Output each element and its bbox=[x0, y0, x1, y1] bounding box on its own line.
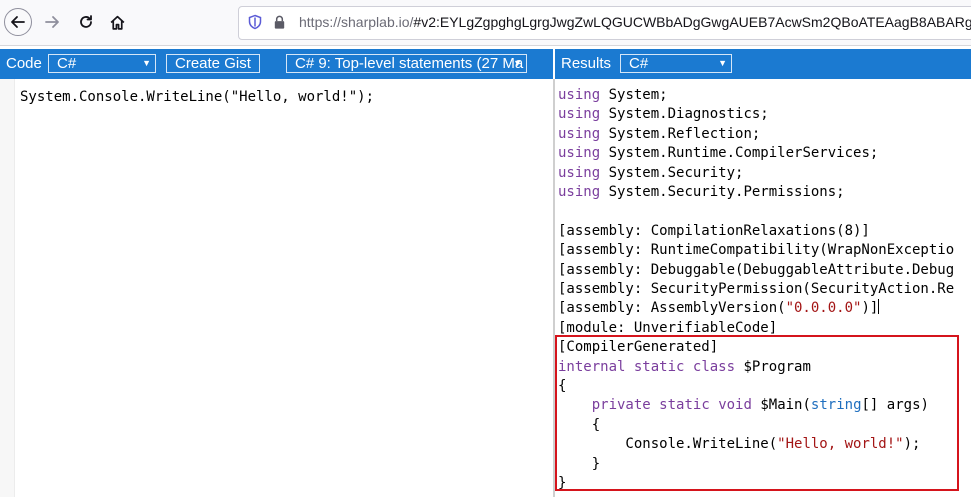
result-code-line[interactable]: using System; bbox=[558, 86, 668, 105]
code-token: using bbox=[558, 164, 601, 181]
results-pane-label: Results bbox=[561, 55, 612, 72]
code-pane-label: Code bbox=[6, 55, 42, 72]
branch-value: C# 9: Top-level statements (27 Ma bbox=[295, 55, 524, 72]
code-token: [assembly: AssemblyVersion( bbox=[558, 300, 786, 317]
url-path: #v2:EYLgZgpghgLgrgJwgZwLQGUCWBbADgGwgAUE… bbox=[413, 14, 971, 30]
code-token: using bbox=[558, 87, 601, 103]
result-code-line[interactable]: using System.Diagnostics; bbox=[558, 105, 769, 124]
tracking-protection-icon[interactable] bbox=[247, 14, 263, 34]
home-icon bbox=[110, 15, 124, 30]
code-token: [module: UnverifiableCode] bbox=[558, 319, 778, 336]
address-bar[interactable]: https://sharplab.io/#v2:EYLgZgpghgLgrgJw… bbox=[238, 6, 971, 40]
code-token: System.Runtime.CompilerServices; bbox=[600, 145, 879, 162]
code-token: )] bbox=[861, 300, 879, 317]
result-code-line[interactable]: [assembly: SecurityPermission(SecurityAc… bbox=[558, 280, 954, 299]
code-editor[interactable]: System.Console.WriteLine("Hello, world!"… bbox=[0, 79, 553, 497]
results-language-select[interactable]: C# ▼ bbox=[620, 54, 732, 73]
code-token: System.Diagnostics; bbox=[600, 106, 769, 123]
result-code-line[interactable]: using System.Reflection; bbox=[558, 125, 760, 144]
code-token: System.Security; bbox=[600, 164, 744, 181]
source-code-line[interactable]: System.Console.WriteLine("Hello, world!"… bbox=[20, 89, 374, 105]
url-text: https://sharplab.io/#v2:EYLgZgpghgLgrgJw… bbox=[299, 14, 971, 30]
editor-gutter bbox=[0, 79, 15, 497]
code-token: "0.0.0.0" bbox=[785, 300, 862, 317]
text-cursor bbox=[878, 299, 880, 315]
lock-icon[interactable] bbox=[272, 14, 287, 34]
results-pane-header: Results C# ▼ bbox=[555, 49, 971, 79]
code-language-value: C# bbox=[57, 55, 77, 72]
code-token: System.Security.Permissions; bbox=[600, 184, 845, 200]
dropdown-arrow-icon: ▼ bbox=[142, 58, 151, 68]
code-token: System.Reflection; bbox=[600, 125, 761, 142]
code-token: [assembly: Debuggable(DebuggableAttribut… bbox=[558, 261, 955, 278]
reload-button[interactable] bbox=[72, 8, 100, 36]
result-code-line[interactable]: using System.Runtime.CompilerServices; bbox=[558, 144, 878, 163]
code-language-select[interactable]: C# ▼ bbox=[48, 54, 156, 73]
result-code-line[interactable]: [assembly: AssemblyVersion("0.0.0.0")] bbox=[558, 299, 880, 318]
browser-toolbar: https://sharplab.io/#v2:EYLgZgpghgLgrgJw… bbox=[0, 0, 971, 46]
back-button[interactable] bbox=[4, 8, 32, 36]
code-token: [assembly: SecurityPermission(SecurityAc… bbox=[558, 281, 955, 297]
arrow-left-icon bbox=[11, 16, 25, 28]
code-token: [assembly: RuntimeCompatibility(WrapNonE… bbox=[558, 242, 955, 259]
code-token: using bbox=[558, 106, 601, 123]
code-token: using bbox=[558, 125, 601, 142]
dropdown-arrow-icon: ▼ bbox=[513, 58, 522, 68]
arrow-right-icon bbox=[45, 16, 59, 28]
results-language-value: C# bbox=[629, 55, 649, 72]
branch-select[interactable]: C# 9: Top-level statements (27 Ma ▼ bbox=[286, 54, 527, 73]
code-token: using bbox=[558, 184, 601, 200]
url-host: https://sharplab.io/ bbox=[299, 14, 414, 30]
reload-icon bbox=[80, 15, 92, 28]
result-code-line[interactable]: using System.Security; bbox=[558, 164, 743, 183]
code-token: [assembly: CompilationRelaxations(8)] bbox=[558, 222, 870, 239]
create-gist-button[interactable]: Create Gist bbox=[166, 54, 260, 73]
result-code-line[interactable]: [assembly: RuntimeCompatibility(WrapNonE… bbox=[558, 241, 954, 260]
code-pane-header: Code C# ▼ Create Gist C# 9: Top-level st… bbox=[0, 49, 553, 79]
code-token: System; bbox=[600, 87, 668, 103]
result-code-line[interactable]: using System.Security.Permissions; bbox=[558, 183, 845, 202]
code-token: using bbox=[558, 145, 601, 162]
dropdown-arrow-icon: ▼ bbox=[718, 58, 727, 68]
result-code-line[interactable]: [assembly: CompilationRelaxations(8)] bbox=[558, 222, 870, 241]
result-code-line[interactable]: [assembly: Debuggable(DebuggableAttribut… bbox=[558, 261, 954, 280]
home-button[interactable] bbox=[103, 8, 131, 36]
forward-button[interactable] bbox=[38, 8, 66, 36]
highlight-annotation-box bbox=[555, 335, 959, 491]
